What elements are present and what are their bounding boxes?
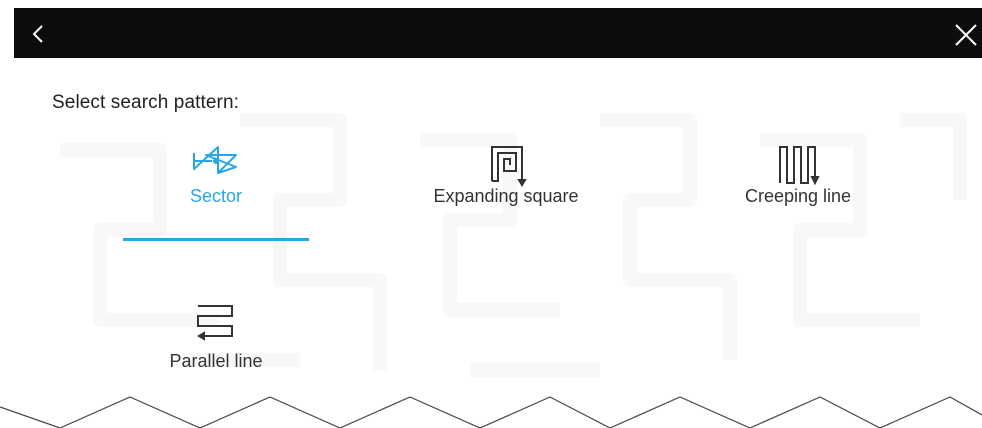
- selected-tab-underline: [123, 238, 309, 241]
- sector-pattern-icon: [193, 146, 237, 174]
- pattern-label-parallel-line: Parallel line: [169, 351, 263, 371]
- page-title: Select search pattern:: [52, 92, 240, 113]
- pattern-option-expanding-square[interactable]: Expanding square: [396, 133, 616, 229]
- back-button[interactable]: [18, 14, 58, 54]
- pattern-option-creeping-line[interactable]: Creeping line: [688, 133, 908, 229]
- pattern-option-sector[interactable]: Sector: [106, 133, 326, 229]
- pattern-option-parallel-line[interactable]: Parallel line: [106, 298, 326, 394]
- pattern-label-sector: Sector: [189, 186, 243, 206]
- torn-edge-decoration: [0, 396, 982, 428]
- chevron-left-icon: [32, 25, 43, 43]
- parallel-line-icon: [197, 305, 233, 341]
- expanding-square-icon: [491, 146, 527, 187]
- creeping-line-icon: [779, 146, 820, 186]
- title-bar: [14, 8, 982, 58]
- pattern-label-creeping-line: Creeping line: [744, 186, 852, 206]
- close-button[interactable]: [946, 14, 982, 54]
- pattern-label-expanding-square: Expanding square: [433, 186, 579, 206]
- close-icon: [955, 24, 977, 46]
